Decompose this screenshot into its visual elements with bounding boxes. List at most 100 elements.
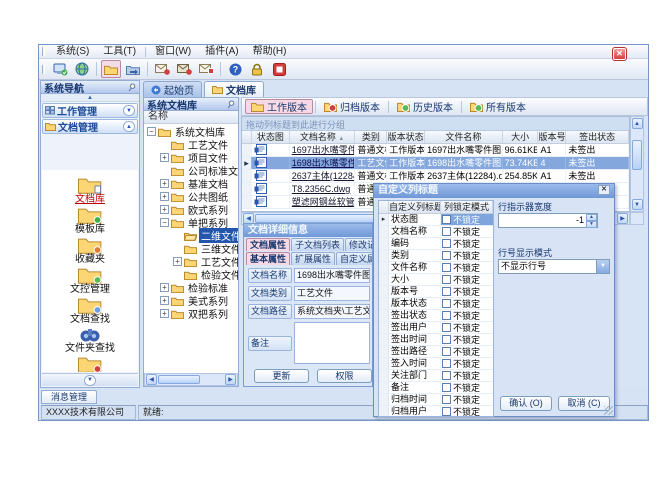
- detail-tab-自定义属性[interactable]: 自定义属性: [336, 252, 372, 265]
- lock-mode-cell[interactable]: 不锁定: [441, 370, 493, 381]
- lock-checkbox[interactable]: [442, 347, 451, 356]
- open-library-folder-button[interactable]: [101, 60, 121, 78]
- menu-item-T[interactable]: 工具(T): [96, 45, 143, 59]
- switch-library-button[interactable]: [123, 60, 143, 78]
- dialog-column-row[interactable]: 签入时间不锁定: [379, 358, 493, 370]
- dialog-column-row[interactable]: 签出时间不锁定: [379, 334, 493, 346]
- lock-mode-cell[interactable]: 不锁定: [441, 334, 493, 345]
- dialog-column-row[interactable]: 文档名称不锁定: [379, 226, 493, 238]
- scroll-thumb[interactable]: [632, 140, 642, 170]
- column-header-文件名称[interactable]: 文件名称: [425, 131, 503, 143]
- version-button-工作版本[interactable]: 工作版本: [245, 99, 313, 114]
- pin-icon[interactable]: [227, 100, 235, 109]
- expand-icon[interactable]: +: [160, 283, 169, 292]
- lock-mode-column-header[interactable]: 列锁定模式: [441, 201, 493, 213]
- confirm-button[interactable]: 确认 (O): [500, 396, 552, 411]
- sidebar-item-收藏夹[interactable]: 收藏夹: [44, 235, 136, 265]
- lock-mode-cell[interactable]: 不锁定: [441, 274, 493, 285]
- message-manager-tab[interactable]: 消息管理: [41, 390, 97, 404]
- lock-checkbox[interactable]: [442, 323, 451, 332]
- scroll-up-icon[interactable]: ▲: [632, 118, 643, 129]
- mail-send-button[interactable]: [152, 60, 172, 78]
- scroll-right-icon[interactable]: ▶: [225, 374, 236, 385]
- resize-grip[interactable]: [604, 406, 613, 415]
- table-row[interactable]: 1697出水嘴零件图.dwg普通文档工作版本1697出水嘴零件图.dwg96.6…: [242, 144, 629, 157]
- exit-button[interactable]: [269, 60, 289, 78]
- chevron-up-icon[interactable]: ▲: [123, 121, 135, 132]
- permissions-button[interactable]: 权限: [317, 369, 372, 383]
- mail-alert-button[interactable]: [196, 60, 216, 78]
- lock-mode-cell[interactable]: 不锁定: [441, 382, 493, 393]
- expand-icon[interactable]: +: [160, 192, 169, 201]
- detail-tab-修改记录[interactable]: 修改记录: [345, 238, 372, 251]
- mail-inbox-button[interactable]: [174, 60, 194, 78]
- version-button-历史版本[interactable]: 历史版本: [391, 99, 459, 114]
- collapse-icon[interactable]: −: [160, 218, 169, 227]
- sidebar-item-签出的文档[interactable]: 签出的文档: [44, 354, 136, 372]
- lock-mode-cell[interactable]: 不锁定: [441, 262, 493, 273]
- lock-mode-cell[interactable]: 不锁定: [441, 238, 493, 249]
- column-header-文档名称[interactable]: 文档名称 ▲: [290, 131, 356, 143]
- spinner-up-icon[interactable]: ▲: [586, 214, 597, 221]
- version-button-归档版本[interactable]: 归档版本: [318, 99, 386, 114]
- lock-checkbox[interactable]: [442, 335, 451, 344]
- column-header-版本状态[interactable]: 版本状态: [387, 131, 425, 143]
- detail-tab-扩展属性[interactable]: 扩展属性: [291, 252, 335, 265]
- menu-item-A[interactable]: 插件(A): [198, 45, 245, 59]
- lock-mode-cell[interactable]: 不锁定: [441, 250, 493, 261]
- lock-mode-cell[interactable]: 不锁定: [441, 346, 493, 357]
- sidebar-item-文件夹查找[interactable]: 文件夹查找: [44, 325, 136, 354]
- lock-mode-cell[interactable]: 不锁定: [441, 298, 493, 309]
- lock-mode-cell[interactable]: 不锁定: [441, 394, 493, 405]
- document-link[interactable]: 1697出水嘴零件图.dwg: [292, 145, 356, 155]
- pin-icon[interactable]: [128, 83, 136, 92]
- remark-textarea[interactable]: [294, 322, 370, 364]
- sidebar-item-文档查找[interactable]: 文档查找: [44, 295, 136, 325]
- update-button[interactable]: 更新: [254, 369, 309, 383]
- title-column-header[interactable]: 自定义列标题: [389, 201, 441, 213]
- scroll-thumb[interactable]: [158, 375, 200, 384]
- lock-checkbox[interactable]: [442, 395, 451, 404]
- chevron-down-icon[interactable]: ▼: [596, 260, 609, 273]
- expand-icon[interactable]: +: [160, 205, 169, 214]
- lock-mode-cell[interactable]: 不锁定: [441, 406, 493, 417]
- lock-button[interactable]: [247, 60, 267, 78]
- globe-button[interactable]: [72, 60, 92, 78]
- column-header-状态图[interactable]: 状态图: [252, 131, 290, 143]
- dialog-column-row[interactable]: ▸状态图不锁定: [379, 214, 493, 226]
- dialog-column-row[interactable]: 版本状态不锁定: [379, 298, 493, 310]
- scroll-down-icon[interactable]: ▼: [632, 199, 643, 210]
- scroll-thumb[interactable]: [255, 214, 380, 223]
- lock-checkbox[interactable]: [442, 251, 451, 260]
- menu-item-W[interactable]: 窗口(W): [148, 45, 198, 59]
- version-button-所有版本[interactable]: 所有版本: [464, 99, 532, 114]
- dialog-column-row[interactable]: 版本号不锁定: [379, 286, 493, 298]
- dialog-column-row[interactable]: 关注部门不锁定: [379, 370, 493, 382]
- spinner-value[interactable]: -1: [499, 214, 586, 227]
- expand-icon[interactable]: +: [173, 257, 182, 266]
- detail-tab-子文档列表[interactable]: 子文档列表: [291, 238, 344, 251]
- spinner-down-icon[interactable]: ▼: [586, 221, 597, 228]
- sidebar-item-模板库[interactable]: 模板库: [44, 205, 136, 235]
- connect-button[interactable]: [50, 60, 70, 78]
- lock-mode-cell[interactable]: 不锁定: [441, 214, 493, 225]
- document-link[interactable]: 2637主体(12284).dwg: [292, 171, 356, 181]
- tab-start-page[interactable]: 起始页: [143, 81, 202, 97]
- dialog-titlebar[interactable]: 自定义列标题 ✕: [374, 184, 614, 198]
- sidebar-group-document[interactable]: 文档管理 ▲: [42, 119, 138, 134]
- dialog-close-icon[interactable]: ✕: [598, 185, 610, 195]
- close-pane-button[interactable]: ✕: [613, 48, 626, 60]
- doc-name-value[interactable]: 1698出水嘴零件图.dwg: [294, 268, 370, 283]
- table-row[interactable]: 2637主体(12284).dwg普通文档工作版本2637主体(12284).d…: [242, 170, 629, 183]
- lock-mode-cell[interactable]: 不锁定: [441, 358, 493, 369]
- cancel-button[interactable]: 取消 (C): [558, 396, 610, 411]
- lock-checkbox[interactable]: [442, 359, 451, 368]
- lock-checkbox[interactable]: [442, 407, 451, 416]
- collapse-icon[interactable]: −: [147, 127, 156, 136]
- lock-checkbox[interactable]: [442, 275, 451, 284]
- document-link[interactable]: 1698出水嘴零件图.dwg: [292, 158, 356, 168]
- tab-document-library[interactable]: 文档库: [204, 81, 264, 97]
- lock-checkbox[interactable]: [442, 215, 451, 224]
- dialog-column-row[interactable]: 签出路径不锁定: [379, 346, 493, 358]
- lock-checkbox[interactable]: [442, 383, 451, 392]
